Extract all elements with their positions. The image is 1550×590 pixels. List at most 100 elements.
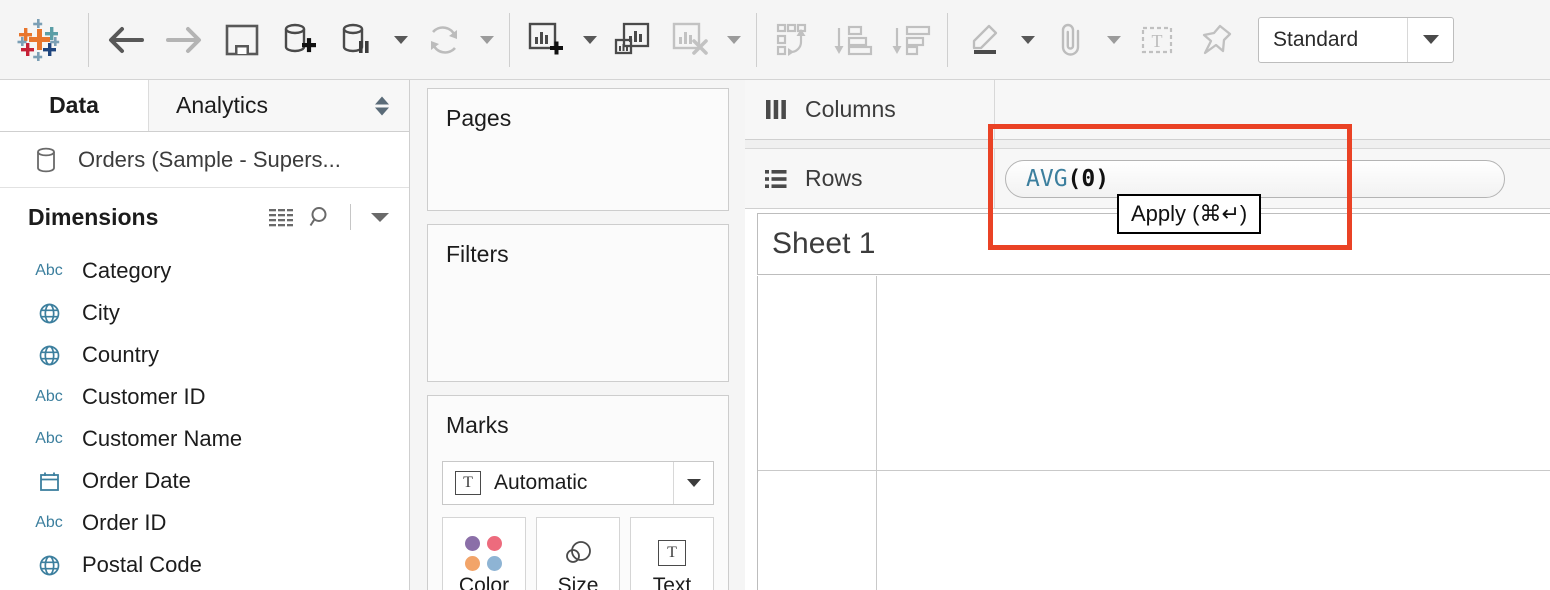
rows-icon — [763, 167, 789, 191]
marks-size-button[interactable]: Size — [536, 517, 620, 590]
sort-descending-button[interactable] — [881, 9, 939, 71]
data-pane: Data Analytics Orders (Sample - Supers..… — [0, 80, 410, 590]
pill-aggregation: AVG — [1026, 165, 1068, 192]
back-button[interactable] — [97, 9, 155, 71]
columns-icon — [763, 98, 789, 122]
highlight-caret-icon[interactable] — [1014, 9, 1042, 71]
dimensions-icon-divider — [350, 204, 351, 230]
field-country[interactable]: Country — [0, 334, 409, 376]
marks-card-title: Marks — [446, 412, 509, 438]
list-grid-icon[interactable] — [268, 206, 294, 228]
toolbar-divider-4 — [947, 12, 948, 67]
fit-dropdown-value: Standard — [1273, 27, 1359, 51]
dimensions-field-list: Abc Category City Country Abc Customer I… — [0, 246, 409, 586]
marks-buttons: Color Size T Text — [442, 517, 714, 590]
fit-dropdown-caret-icon[interactable] — [1407, 17, 1453, 62]
rows-label-text: Rows — [805, 165, 863, 191]
text-mark-icon: T — [455, 471, 481, 495]
field-label: City — [82, 300, 120, 325]
abc-icon: Abc — [35, 514, 63, 531]
highlight-button[interactable] — [956, 9, 1014, 71]
apply-tooltip-text: Apply (⌘↵) — [1131, 201, 1248, 226]
pages-card-title: Pages — [446, 105, 512, 131]
toolbar-divider-3 — [756, 12, 757, 67]
mark-type-value: Automatic — [494, 471, 588, 494]
data-pane-tabs: Data Analytics — [0, 80, 409, 132]
field-city[interactable]: City — [0, 292, 409, 334]
sort-ascending-button[interactable] — [823, 9, 881, 71]
text-mark-icon: T — [658, 532, 686, 574]
field-customer-id[interactable]: Abc Customer ID — [0, 376, 409, 418]
field-label: Postal Code — [82, 552, 202, 577]
svg-text:T: T — [1152, 31, 1163, 51]
mark-type-caret-icon[interactable] — [673, 462, 713, 504]
forward-button[interactable] — [155, 9, 213, 71]
new-worksheet-caret-icon[interactable] — [576, 9, 604, 71]
tab-resize-arrows-icon[interactable] — [375, 96, 389, 115]
save-button[interactable] — [213, 9, 271, 71]
field-category[interactable]: Abc Category — [0, 250, 409, 292]
attach-button[interactable] — [1042, 9, 1100, 71]
canvas-horizontal-axis-line — [758, 470, 1550, 471]
marks-size-label: Size — [557, 574, 599, 590]
marks-card[interactable]: Marks T Automatic Color Size T Text — [427, 395, 729, 590]
rows-drop-zone[interactable]: AVG (0) — [995, 149, 1550, 208]
globe-icon — [28, 554, 70, 577]
clear-sheet-caret-icon[interactable] — [720, 9, 748, 71]
new-worksheet-button[interactable] — [518, 9, 576, 71]
pause-auto-updates-button[interactable] — [329, 9, 387, 71]
database-icon — [34, 146, 58, 174]
rows-pill-avg-zero[interactable]: AVG (0) — [1005, 159, 1505, 198]
columns-shelf-label: Columns — [745, 80, 995, 139]
toolbar-divider-2 — [509, 12, 510, 67]
pages-card[interactable]: Pages — [427, 88, 729, 211]
dimensions-title: Dimensions — [28, 203, 159, 230]
datasource-orders[interactable]: Orders (Sample - Supers... — [0, 132, 409, 188]
new-data-source-button[interactable] — [271, 9, 329, 71]
marks-color-button[interactable]: Color — [442, 517, 526, 590]
field-customer-name[interactable]: Abc Customer Name — [0, 418, 409, 460]
refresh-data-source-button[interactable] — [415, 9, 473, 71]
field-label: Customer ID — [82, 384, 206, 409]
search-icon[interactable] — [308, 205, 332, 229]
field-label: Order ID — [82, 510, 167, 535]
field-label: Category — [82, 258, 172, 283]
marks-text-button[interactable]: T Text — [630, 517, 714, 590]
tab-analytics-label: Analytics — [176, 92, 269, 118]
pill-argument: (0) — [1067, 165, 1110, 192]
field-label: Order Date — [82, 468, 191, 493]
tableau-logo[interactable] — [0, 0, 80, 80]
tab-data[interactable]: Data — [0, 80, 148, 131]
columns-shelf[interactable]: Columns — [745, 80, 1550, 140]
view-canvas[interactable] — [757, 276, 1550, 590]
datasource-label: Orders (Sample - Supers... — [78, 146, 341, 172]
abc-icon: Abc — [35, 388, 63, 405]
clear-sheet-button[interactable] — [662, 9, 720, 71]
apply-tooltip: Apply (⌘↵) — [1117, 194, 1262, 234]
chevron-down-icon[interactable] — [369, 210, 391, 224]
shelf-card-column: Pages Filters Marks T Automatic Color Si… — [411, 80, 744, 590]
field-order-date[interactable]: Order Date — [0, 460, 409, 502]
dimensions-header: Dimensions — [0, 188, 409, 246]
field-label: Customer Name — [82, 426, 243, 451]
mark-type-select[interactable]: T Automatic — [442, 461, 714, 505]
field-label: Country — [82, 342, 160, 367]
field-postal-code[interactable]: Postal Code — [0, 544, 409, 586]
refresh-caret-icon[interactable] — [473, 9, 501, 71]
tab-analytics[interactable]: Analytics — [148, 80, 409, 131]
fit-dropdown[interactable]: Standard — [1258, 16, 1454, 63]
main-toolbar: T Standard — [0, 0, 1550, 80]
field-order-id[interactable]: Abc Order ID — [0, 502, 409, 544]
filters-card[interactable]: Filters — [427, 224, 729, 382]
duplicate-sheet-button[interactable] — [604, 9, 662, 71]
columns-drop-zone[interactable] — [995, 80, 1550, 139]
presentation-pin-button[interactable] — [1186, 9, 1244, 71]
rows-shelf-label: Rows — [745, 149, 995, 208]
text-tool-button[interactable]: T — [1128, 9, 1186, 71]
swap-rows-columns-button[interactable] — [765, 9, 823, 71]
page-title: Sheet 1 — [772, 227, 876, 260]
pause-auto-updates-caret-icon[interactable] — [387, 9, 415, 71]
attach-caret-icon[interactable] — [1100, 9, 1128, 71]
globe-icon — [28, 302, 70, 325]
marks-text-label: Text — [652, 574, 692, 590]
